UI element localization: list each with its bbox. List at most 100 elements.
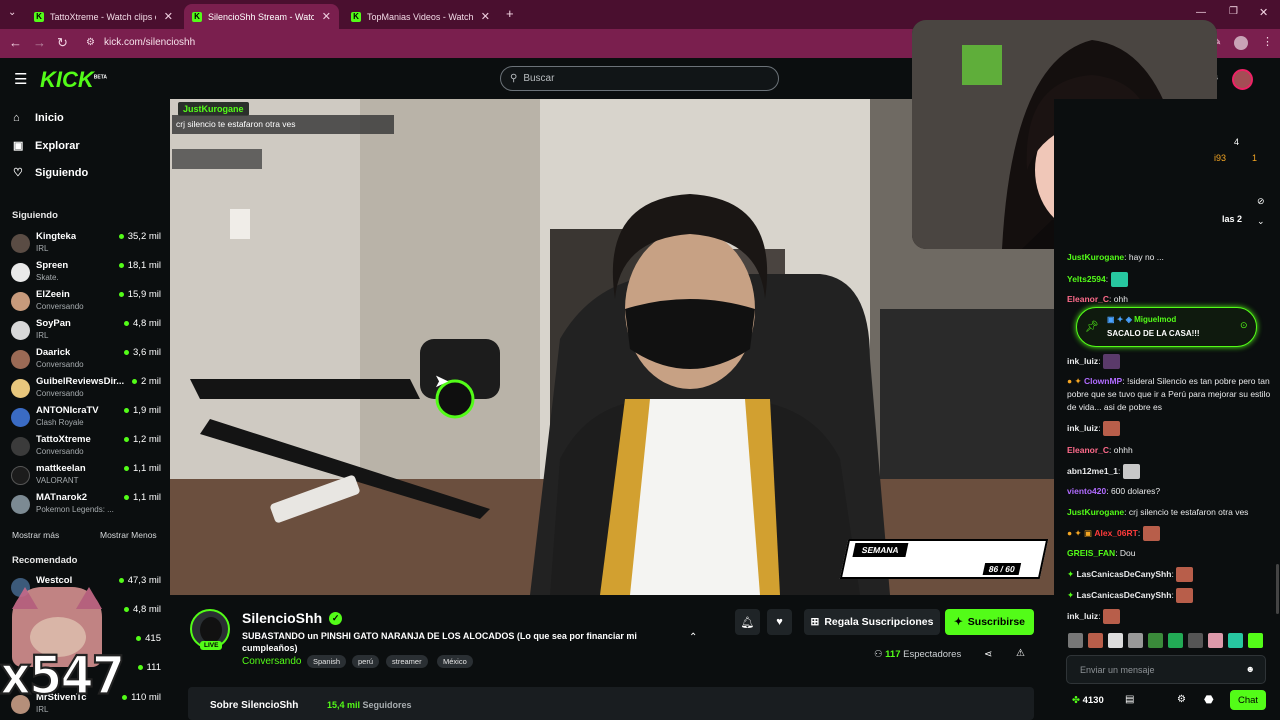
unpin-icon[interactable]: ⊙ <box>1240 320 1248 331</box>
reload-icon[interactable]: ↻ <box>57 35 68 51</box>
follow-button[interactable]: ♥ <box>767 609 792 635</box>
emote <box>1102 354 1120 369</box>
viewer-count: 111 <box>137 662 161 673</box>
search-icon: ⚲ <box>510 73 518 84</box>
live-badge: LIVE <box>200 641 223 650</box>
emote <box>1122 464 1140 479</box>
new-tab-button[interactable]: + <box>506 6 514 21</box>
tag-streamer[interactable]: streamer <box>386 655 428 668</box>
following-channel-mattkeelan[interactable]: mattkeelan VALORANT 1,1 mil <box>11 461 161 490</box>
emote[interactable] <box>1208 633 1223 648</box>
chat-text: hay no ... <box>1128 252 1164 262</box>
following-channel-tattoxtreme[interactable]: TattoXtreme Conversando 1,2 mil <box>11 432 161 461</box>
user-avatar[interactable] <box>1232 69 1253 90</box>
chat-username[interactable]: GREIS_FAN <box>1067 548 1115 558</box>
browser-tab-3[interactable]: K TopManias Videos - Watch On ✕ <box>343 4 498 29</box>
recommended-heading: Recomendado <box>12 555 78 566</box>
search-input[interactable]: ⚲ Buscar <box>500 66 779 91</box>
profile-avatar[interactable] <box>1234 36 1248 50</box>
emoji-icon[interactable]: ☻ <box>1246 664 1255 674</box>
chat-message: ✦ LasCanicasDeCanyShh: <box>1067 567 1272 582</box>
forward-icon[interactable]: → <box>33 35 46 50</box>
back-icon[interactable]: ← <box>9 35 22 50</box>
streamer-name[interactable]: SilencioShh ✓ <box>242 610 343 626</box>
following-channel-spreen[interactable]: Spreen Skate. 18,1 mil <box>11 258 161 287</box>
chat-username[interactable]: Alex_06RT <box>1094 528 1137 538</box>
chat-username[interactable]: ink_luiz <box>1067 611 1098 621</box>
gift-chat-icon[interactable]: ⬣ <box>1204 693 1214 706</box>
url-field[interactable]: kick.com/silencioshh <box>104 37 195 48</box>
emote[interactable] <box>1228 633 1243 648</box>
tab-list-chevron-icon[interactable]: ⌄ <box>8 7 16 18</box>
emote[interactable] <box>1148 633 1163 648</box>
chat-username[interactable]: Eleanor_C <box>1067 294 1109 304</box>
pinned-message[interactable]: 📌︎ ▣ ✦ ◈ Miguelmod SACALO DE LA CASA!!! … <box>1076 307 1257 347</box>
chat-username[interactable]: viento420 <box>1067 486 1106 496</box>
following-channel-matnarok2[interactable]: MATnarok2 Pokemon Legends: ... 1,1 mil <box>11 490 161 519</box>
stream-category-link[interactable]: Conversando <box>242 656 301 667</box>
following-channel-elzeein[interactable]: ElZeein Conversando 15,9 mil <box>11 287 161 316</box>
show-more-link[interactable]: Mostrar más <box>12 530 59 540</box>
close-tab-icon[interactable]: ✕ <box>322 10 331 23</box>
emote[interactable] <box>1088 633 1103 648</box>
expand-chevron-icon[interactable]: ⌄ <box>1257 216 1265 227</box>
emote[interactable] <box>1188 633 1203 648</box>
chat-username[interactable]: Yelts2594 <box>1067 274 1106 284</box>
send-chat-button[interactable]: Chat <box>1230 690 1266 710</box>
close-tab-icon[interactable]: ✕ <box>481 10 490 23</box>
pin-icon: 📌︎ <box>1085 321 1099 333</box>
subscribe-label: Suscribirse <box>967 616 1025 628</box>
minimize-icon[interactable]: — <box>1196 7 1206 18</box>
browser-tab-1[interactable]: K TattoXtreme - Watch clips on Ki ✕ <box>26 4 181 29</box>
nav-explorar[interactable]: ▣ Explorar <box>13 139 80 153</box>
emote[interactable] <box>1108 633 1123 648</box>
tag-mexico[interactable]: México <box>437 655 473 668</box>
tab-title: TattoXtreme - Watch clips on Ki <box>50 11 156 22</box>
browser-menu-icon[interactable]: ⋮ <box>1262 35 1273 48</box>
chat-username[interactable]: Eleanor_C <box>1067 445 1109 455</box>
following-channel-daarick[interactable]: Daarick Conversando 3,6 mil <box>11 345 161 374</box>
nav-siguiendo[interactable]: ♡ Siguiendo <box>13 166 88 180</box>
close-tab-icon[interactable]: ✕ <box>164 10 173 23</box>
settings-gear-icon[interactable]: ⚙ <box>1177 694 1186 705</box>
kick-logo[interactable]: KICKBETA <box>40 67 107 93</box>
following-channel-antonicratv[interactable]: ANTONIcraTV Clash Royale 1,9 mil <box>11 403 161 432</box>
notifications-button[interactable]: 🔔︎ <box>735 609 760 635</box>
chat-username[interactable]: LasCanicasDeCanyShh <box>1076 569 1171 579</box>
share-icon[interactable]: ⋖ <box>984 649 992 660</box>
emote[interactable] <box>1248 633 1263 648</box>
tag-spanish[interactable]: Spanish <box>307 655 347 668</box>
emote[interactable] <box>1068 633 1083 648</box>
browser-tab-2[interactable]: K SilencioShh Stream - Watch Live ✕ <box>184 4 339 29</box>
show-less-link[interactable]: Mostrar Menos <box>100 530 157 540</box>
chat-username[interactable]: abn12me1_1 <box>1067 466 1118 476</box>
channel-points[interactable]: ✤ 4130 <box>1072 695 1104 706</box>
chat-username[interactable]: ClownMP <box>1084 376 1122 386</box>
maximize-icon[interactable]: ❐ <box>1229 6 1238 17</box>
home-icon: ⌂ <box>13 112 20 124</box>
site-info-icon[interactable]: ⚙ <box>86 37 95 48</box>
report-icon[interactable]: ⚠ <box>1016 648 1025 659</box>
chat-username[interactable]: JustKurogane <box>1067 507 1124 517</box>
tag-peru[interactable]: perú <box>352 655 380 668</box>
emote[interactable] <box>1168 633 1183 648</box>
store-icon[interactable]: ▤ <box>1125 694 1134 705</box>
chat-username[interactable]: ink_luiz <box>1067 423 1098 433</box>
following-channel-guibel[interactable]: GuibelReviewsDir... Conversando 2 mil <box>11 374 161 403</box>
close-window-icon[interactable]: ✕ <box>1259 6 1268 19</box>
chat-message-input[interactable]: Enviar un mensaje ☻ <box>1066 655 1266 684</box>
subscribe-button[interactable]: ✦ Suscribirse <box>945 609 1034 635</box>
emote[interactable] <box>1128 633 1143 648</box>
following-channel-soypan[interactable]: SoyPan IRL 4,8 mil <box>11 316 161 345</box>
collapse-chevron-icon[interactable]: ⌃ <box>689 632 697 643</box>
hamburger-menu-icon[interactable]: ☰ <box>14 70 27 88</box>
hide-icon[interactable]: ⊘ <box>1257 196 1265 207</box>
chat-scrollbar[interactable] <box>1276 564 1279 614</box>
nav-inicio[interactable]: ⌂ Inicio <box>13 112 64 124</box>
gift-subs-button[interactable]: ⊞ Regala Suscripciones <box>804 609 940 635</box>
chat-username[interactable]: LasCanicasDeCanyShh <box>1076 590 1171 600</box>
beta-badge: BETA <box>93 74 108 81</box>
following-channel-kingteka[interactable]: Kingteka IRL 35,2 mil <box>11 229 161 258</box>
chat-username[interactable]: ink_luiz <box>1067 356 1098 366</box>
chat-username[interactable]: JustKurogane <box>1067 252 1124 262</box>
